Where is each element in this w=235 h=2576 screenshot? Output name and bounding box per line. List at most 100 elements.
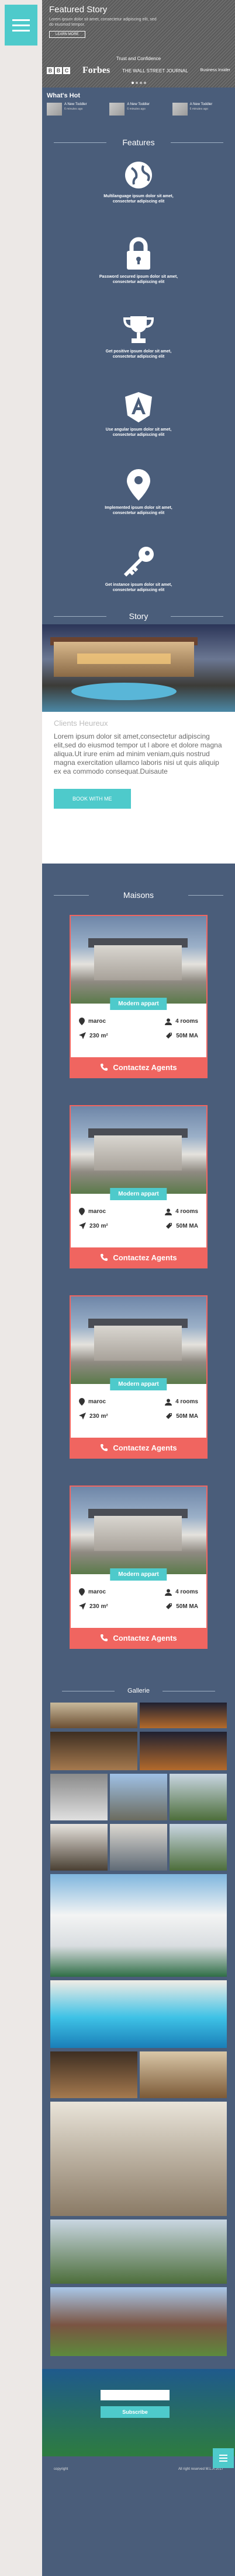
feature-item: Multilanguage ipsum dolor sit amet, cons… (42, 160, 235, 237)
house-price: 50M MA (176, 1603, 198, 1610)
rooms-cell: 4 rooms (165, 1018, 198, 1025)
gallery-image[interactable] (50, 1980, 227, 2048)
press-logos: B B C Forbes THE WALL STREET JOURNAL Bus… (47, 65, 230, 76)
house-card[interactable]: Modern appart maroc 4 rooms 230 m² 50M MA Con… (70, 1105, 208, 1268)
phone-icon (101, 1634, 108, 1641)
subscribe-section: Subscribe (42, 2369, 235, 2456)
menu-icon-bar (219, 2460, 227, 2462)
location-arrow-icon (79, 1413, 86, 1420)
menu-icon-bar (12, 19, 30, 21)
gallery-image[interactable] (170, 1774, 227, 1820)
gallery-image[interactable] (50, 2102, 227, 2216)
house-photo (71, 1487, 206, 1574)
house-card[interactable]: Modern appart maroc 4 rooms 230 m² 50M MA Con… (70, 1486, 208, 1649)
tag-icon (166, 1223, 172, 1229)
area-cell: 230 m² (79, 1413, 108, 1420)
feature-text: Implemented ipsum dolor sit amet, consec… (105, 506, 172, 515)
house-photo (71, 1106, 206, 1194)
carousel-dot[interactable] (143, 82, 146, 84)
features-title: Features (42, 135, 235, 149)
gallery-image[interactable] (50, 1774, 108, 1820)
hot-item-title: A New Toddler (189, 103, 213, 106)
book-with-me-button[interactable]: BOOK WITH ME (54, 789, 131, 809)
phone-icon (101, 1064, 108, 1071)
contact-agents-button[interactable]: Contactez Agents (71, 1057, 206, 1077)
gallery-image[interactable] (50, 2051, 137, 2098)
hot-thumbnail (47, 103, 62, 116)
house-badge: Modern appart (110, 1188, 167, 1200)
house-card[interactable]: Modern appart maroc 4 rooms 230 m² 50M MA Con… (70, 1295, 208, 1459)
hot-thumbnail (172, 103, 188, 116)
gallery-image[interactable] (140, 1703, 227, 1728)
user-icon (165, 1399, 172, 1406)
hot-thumbnail (109, 103, 125, 116)
map-pin-icon (79, 1018, 85, 1025)
bottom-menu-button[interactable] (213, 2448, 234, 2468)
gallery-image[interactable] (50, 1703, 137, 1728)
map-pin-icon (79, 1208, 85, 1215)
phone-icon (101, 1444, 108, 1451)
page: Featured Story Lorem ipsum dolor sit ame… (0, 0, 235, 2576)
forbes-logo: Forbes (82, 65, 110, 75)
hot-item[interactable]: A New Toddler 6 minutes ago (109, 103, 167, 116)
hot-item[interactable]: A New Toddler 6 minutes ago (47, 103, 105, 116)
location-arrow-icon (79, 1603, 86, 1610)
hot-item-title: A New Toddler (64, 103, 87, 106)
gallery-section: Gallerie (42, 1676, 235, 2356)
gallery-image[interactable] (110, 1824, 167, 1871)
house-badge: Modern appart (110, 1378, 167, 1390)
story-image-pool (71, 683, 177, 700)
gallery-image[interactable] (140, 2051, 227, 2098)
gallery-image[interactable] (140, 1732, 227, 1770)
side-rail (0, 0, 42, 2576)
clients-heading: Clients Heureux (54, 719, 108, 728)
maisons-title: Maisons (42, 888, 235, 902)
gallery-image[interactable] (170, 1824, 227, 1871)
area-cell: 230 m² (79, 1222, 108, 1229)
story-section: Story Clients Heureux Lorem ipsum dolor … (42, 607, 235, 864)
feature-item: Password secured ipsum dolor sit amet, c… (42, 237, 235, 314)
subscribe-button[interactable]: Subscribe (101, 2406, 170, 2418)
carousel-dot[interactable] (131, 82, 134, 84)
contact-agents-button[interactable]: Contactez Agents (71, 1438, 206, 1457)
house-price: 50M MA (176, 1222, 198, 1229)
learn-more-button[interactable]: LEARN MORE (49, 31, 85, 38)
menu-icon-bar (12, 24, 30, 26)
featured-title: Featured Story (49, 5, 108, 15)
phone-icon (101, 1254, 108, 1261)
wsj-logo: THE WALL STREET JOURNAL (122, 68, 188, 74)
gallery-image[interactable] (50, 2220, 227, 2284)
carousel-dot[interactable] (139, 82, 142, 84)
feature-text: Use angular ipsum dolor sit amet, consec… (105, 428, 172, 437)
contact-agents-button[interactable]: Contactez Agents (71, 1247, 206, 1267)
carousel-dot[interactable] (135, 82, 138, 84)
house-area: 230 m² (89, 1413, 108, 1420)
house-badge: Modern appart (110, 998, 167, 1010)
trophy-icon (123, 316, 154, 343)
feature-text: Multilanguage ipsum dolor sit amet, cons… (103, 194, 174, 204)
hot-item-date: 6 minutes ago (189, 107, 209, 111)
subscribe-input[interactable] (101, 2390, 170, 2400)
maisons-section: Maisons Modern appart maroc 4 rooms 230 m² 5… (42, 864, 235, 1649)
gallery-image[interactable] (50, 1824, 108, 1871)
gallery-image[interactable] (50, 1732, 137, 1770)
bbc-letter: B (55, 67, 62, 74)
house-location: maroc (88, 1208, 106, 1215)
globe-icon (125, 162, 152, 188)
menu-button[interactable] (5, 5, 37, 46)
house-card[interactable]: Modern appart maroc 4 rooms 230 m² 50M MA Con… (70, 915, 208, 1078)
gallery-image[interactable] (50, 1874, 227, 1977)
house-rooms: 4 rooms (175, 1208, 198, 1215)
menu-icon-bar (219, 2458, 227, 2459)
area-cell: 230 m² (79, 1032, 108, 1039)
gallery-image[interactable] (50, 2287, 227, 2356)
contact-agents-button[interactable]: Contactez Agents (71, 1628, 206, 1648)
user-icon (165, 1018, 172, 1025)
rooms-cell: 4 rooms (165, 1398, 198, 1406)
tag-icon (166, 1603, 172, 1609)
gallery-image[interactable] (110, 1774, 167, 1820)
angular-icon (125, 392, 152, 422)
house-rooms: 4 rooms (175, 1399, 198, 1405)
hot-item[interactable]: A New Toddler 6 minutes ago (172, 103, 230, 116)
story-body: Clients Heureux Lorem ipsum dolor sit am… (42, 712, 235, 864)
